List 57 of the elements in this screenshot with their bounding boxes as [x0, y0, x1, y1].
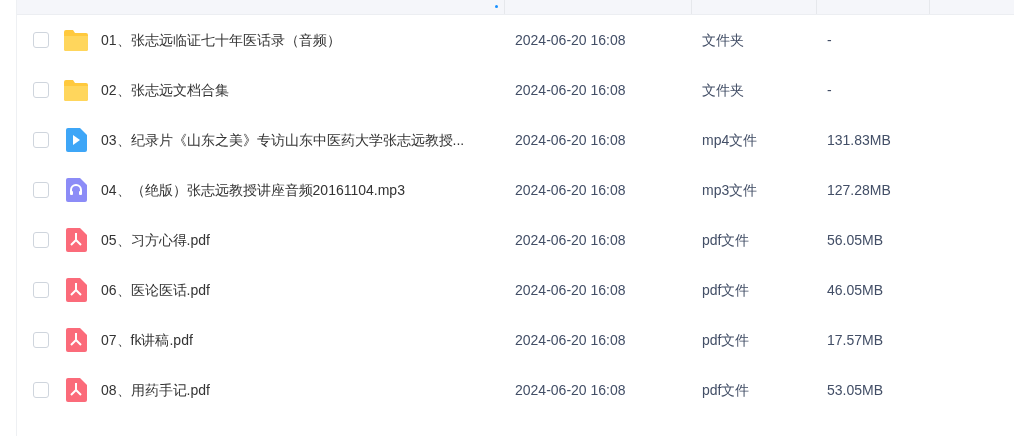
pdf-file-icon: [65, 378, 87, 402]
file-type: pdf文件: [701, 230, 751, 250]
checkbox[interactable]: [33, 232, 49, 248]
file-size: 56.05MB: [826, 230, 885, 250]
folder-icon: [63, 28, 89, 52]
file-name[interactable]: 04、（绝版）张志远教授讲座音频20161104.mp3: [101, 179, 405, 201]
checkbox[interactable]: [33, 182, 49, 198]
file-row[interactable]: 06、医论医话.pdf 2024-06-20 16:08 pdf文件 46.05MB: [17, 265, 1014, 315]
file-type: 文件夹: [701, 80, 745, 100]
modified-time: 2024-06-20 16:08: [514, 380, 627, 400]
file-type: 文件夹: [701, 30, 745, 50]
checkbox[interactable]: [33, 282, 49, 298]
file-row[interactable]: 04、（绝版）张志远教授讲座音频20161104.mp3 2024-06-20 16:08 mp3文件 127.28MB: [17, 165, 1014, 215]
file-type: mp4文件: [701, 130, 759, 150]
video-file-icon: [65, 128, 87, 152]
file-type: pdf文件: [701, 380, 751, 400]
file-row[interactable]: 07、fk讲稿.pdf 2024-06-20 16:08 pdf文件 17.57MB: [17, 315, 1014, 365]
modified-time: 2024-06-20 16:08: [514, 80, 627, 100]
file-row[interactable]: 03、纪录片《山东之美》专访山东中医药大学张志远教授... 2024-06-20 16:08 mp4文件 131.83MB: [17, 115, 1014, 165]
file-row[interactable]: 05、习方心得.pdf 2024-06-20 16:08 pdf文件 56.05MB: [17, 215, 1014, 265]
file-name[interactable]: 01、张志远临证七十年医话录（音频）: [101, 29, 341, 51]
file-size: 46.05MB: [826, 280, 885, 300]
modified-time: 2024-06-20 16:08: [514, 230, 627, 250]
modified-time: 2024-06-20 16:08: [514, 130, 627, 150]
pdf-file-icon: [65, 228, 87, 252]
file-size: 131.83MB: [826, 130, 892, 150]
file-name[interactable]: 03、纪录片《山东之美》专访山东中医药大学张志远教授...: [101, 129, 465, 151]
pdf-file-icon: [65, 328, 87, 352]
file-row[interactable]: 02、张志远文档合集 2024-06-20 16:08 文件夹 -: [17, 65, 1014, 115]
file-row[interactable]: 01、张志远临证七十年医话录（音频） 2024-06-20 16:08 文件夹 -: [17, 15, 1014, 65]
checkbox[interactable]: [33, 32, 49, 48]
file-name[interactable]: 08、用药手记.pdf: [101, 379, 210, 401]
modified-time: 2024-06-20 16:08: [514, 280, 627, 300]
file-type: pdf文件: [701, 330, 751, 350]
pdf-file-icon: [65, 278, 87, 302]
file-size: 127.28MB: [826, 180, 892, 200]
file-size: 53.05MB: [826, 380, 885, 400]
file-type: mp3文件: [701, 180, 759, 200]
file-row[interactable]: 08、用药手记.pdf 2024-06-20 16:08 pdf文件 53.05MB: [17, 365, 1014, 415]
file-size: -: [826, 30, 833, 50]
checkbox[interactable]: [33, 82, 49, 98]
file-name[interactable]: 05、习方心得.pdf: [101, 229, 210, 251]
file-name[interactable]: 07、fk讲稿.pdf: [101, 329, 193, 351]
file-name[interactable]: 06、医论医话.pdf: [101, 279, 210, 301]
headphones-file-icon: [65, 178, 87, 202]
modified-time: 2024-06-20 16:08: [514, 330, 627, 350]
file-type: pdf文件: [701, 280, 751, 300]
file-size: 17.57MB: [826, 330, 885, 350]
modified-time: 2024-06-20 16:08: [514, 30, 627, 50]
checkbox[interactable]: [33, 382, 49, 398]
file-size: -: [826, 80, 833, 100]
modified-time: 2024-06-20 16:08: [514, 180, 627, 200]
sort-indicator-icon: [495, 5, 498, 8]
checkbox[interactable]: [33, 132, 49, 148]
file-name[interactable]: 02、张志远文档合集: [101, 79, 229, 101]
checkbox[interactable]: [33, 332, 49, 348]
folder-icon: [63, 78, 89, 102]
